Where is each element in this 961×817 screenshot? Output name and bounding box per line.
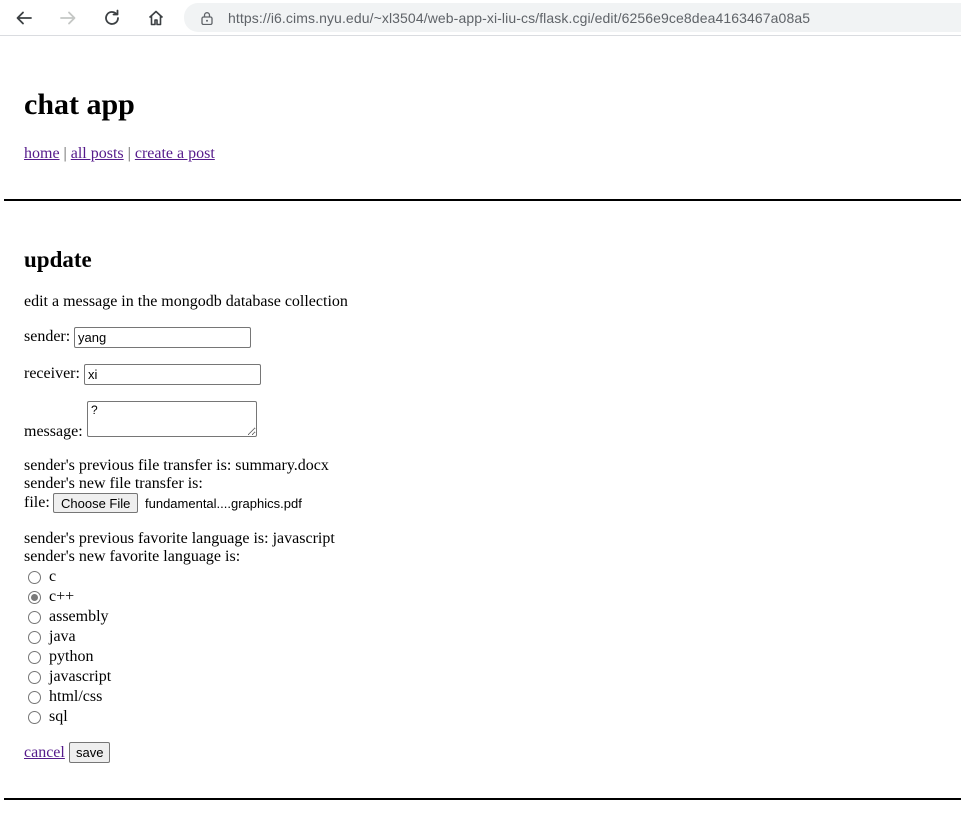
lock-icon[interactable]: [200, 11, 214, 25]
receiver-input[interactable]: [84, 364, 261, 385]
new-file-text: sender's new file transfer is:: [24, 475, 203, 492]
back-arrow-icon[interactable]: [9, 3, 39, 33]
nav-separator: |: [127, 145, 131, 162]
browser-toolbar: https://i6.cims.nyu.edu/~xl3504/web-app-…: [0, 0, 961, 36]
radio-button[interactable]: [28, 610, 41, 624]
language-label: c++: [49, 588, 75, 605]
top-nav: home | all posts | create a post: [24, 144, 215, 164]
message-label: message:: [24, 423, 83, 440]
file-label: file:: [24, 494, 50, 511]
address-bar[interactable]: https://i6.cims.nyu.edu/~xl3504/web-app-…: [184, 3, 961, 32]
form-description: edit a message in the mongodb database c…: [24, 293, 348, 310]
previous-file-text: sender's previous file transfer is: summ…: [24, 457, 329, 474]
language-option-html-css[interactable]: html/css: [28, 688, 102, 706]
previous-language-text: sender's previous favorite language is: …: [24, 530, 335, 547]
footer-divider: [4, 798, 961, 800]
message-textarea[interactable]: ?: [87, 401, 257, 437]
nav-link-create-post[interactable]: create a post: [135, 145, 215, 162]
language-option-c[interactable]: c: [28, 568, 56, 586]
language-option-java[interactable]: java: [28, 628, 76, 646]
sender-label: sender:: [24, 328, 71, 345]
nav-link-home[interactable]: home: [24, 145, 60, 162]
forward-arrow-icon[interactable]: [53, 3, 83, 33]
language-label: c: [49, 568, 57, 585]
reload-icon[interactable]: [97, 3, 127, 33]
language-label: html/css: [49, 688, 103, 705]
nav-link-all-posts[interactable]: all posts: [71, 145, 124, 162]
save-button[interactable]: save: [69, 742, 111, 763]
language-label: java: [49, 628, 76, 645]
choose-file-button[interactable]: Choose File: [53, 493, 139, 513]
radio-button[interactable]: [28, 630, 41, 644]
header-divider: [4, 199, 961, 201]
language-option-cpp[interactable]: c++: [28, 588, 74, 606]
cancel-link-wrapper: cancel: [24, 744, 65, 762]
language-label: sql: [49, 708, 68, 725]
nav-separator: |: [63, 145, 67, 162]
sender-input[interactable]: [74, 327, 251, 348]
language-option-sql[interactable]: sql: [28, 708, 68, 726]
radio-button[interactable]: [28, 650, 41, 664]
radio-button[interactable]: [28, 570, 41, 584]
language-option-assembly[interactable]: assembly: [28, 608, 109, 626]
language-label: javascript: [49, 668, 112, 685]
page-title: update: [24, 247, 92, 272]
cancel-link[interactable]: cancel: [24, 744, 65, 761]
language-label: assembly: [49, 608, 109, 625]
radio-button[interactable]: [28, 690, 41, 704]
receiver-label: receiver:: [24, 365, 80, 382]
language-label: python: [49, 648, 94, 665]
radio-button[interactable]: [28, 710, 41, 724]
new-language-text: sender's new favorite language is:: [24, 548, 241, 565]
site-title: chat app: [24, 88, 135, 121]
chosen-file-name: fundamental....graphics.pdf: [145, 496, 302, 511]
home-icon[interactable]: [141, 3, 171, 33]
radio-button-checked[interactable]: [28, 590, 41, 604]
language-option-python[interactable]: python: [28, 648, 93, 666]
url-text: https://i6.cims.nyu.edu/~xl3504/web-app-…: [228, 9, 811, 26]
language-option-javascript[interactable]: javascript: [28, 668, 111, 686]
radio-button[interactable]: [28, 670, 41, 684]
